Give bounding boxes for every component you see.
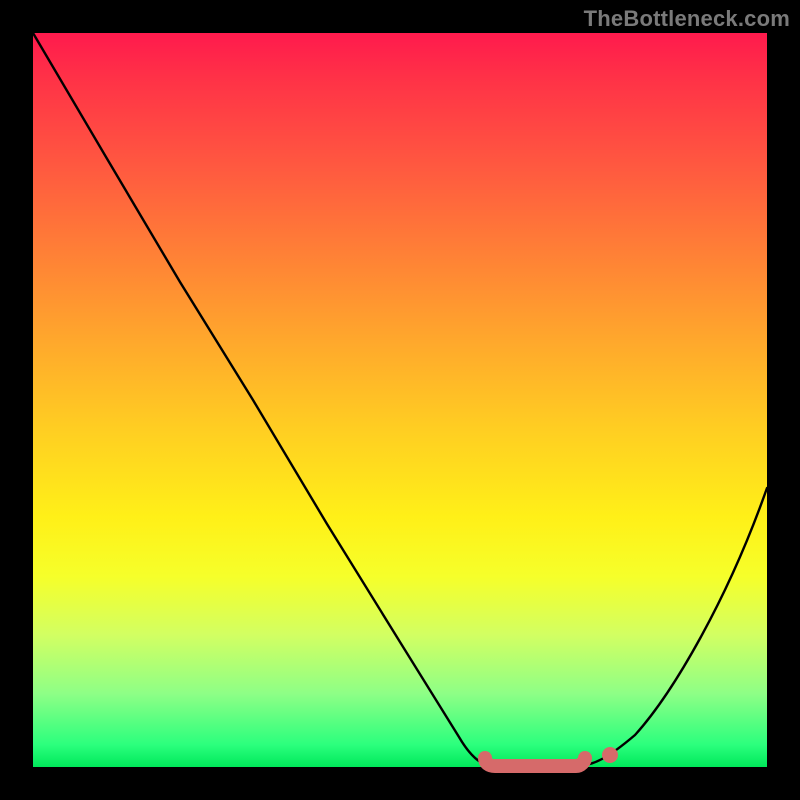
chart-frame: TheBottleneck.com (0, 0, 800, 800)
highlight-dot (602, 747, 618, 763)
chart-svg (33, 33, 767, 767)
watermark-text: TheBottleneck.com (584, 6, 790, 32)
bottleneck-curve (33, 33, 767, 766)
valley-highlight (485, 758, 585, 766)
